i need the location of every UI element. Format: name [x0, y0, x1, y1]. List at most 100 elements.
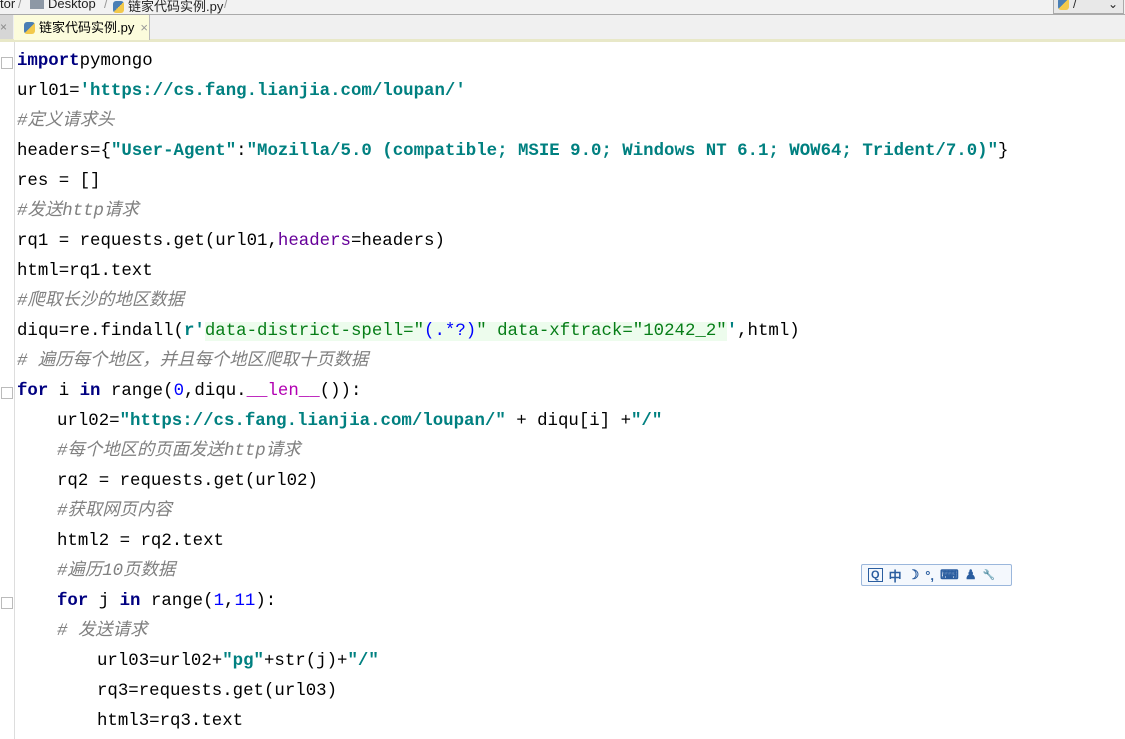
code-token: " data-xftrack="10242_2" [476, 322, 727, 341]
code-line[interactable]: for j in range(1,11): [57, 587, 276, 617]
code-line[interactable]: html=rq1.text [17, 257, 153, 287]
run-config-dropdown[interactable]: / ⌄ [1053, 0, 1124, 14]
code-token: html3=rq3.text [97, 712, 244, 731]
code-token: import [17, 52, 80, 71]
code-token: rq3=requests.get(url03) [97, 682, 338, 701]
code-token: + diqu[i] + [505, 412, 631, 431]
code-token: html=rq1.text [17, 262, 153, 281]
code-token: j [88, 592, 120, 611]
code-line[interactable]: rq1 = requests.get(url01,headers=headers… [17, 227, 445, 257]
code-line[interactable]: headers={"User-Agent":"Mozilla/5.0 (comp… [17, 137, 1008, 167]
ime-toolbar: Q 中 ☽ °, ⌨ ♟ 🔧 [861, 564, 1012, 586]
code-token: ,html) [737, 322, 800, 341]
code-line[interactable]: for i in range(0,diqu.__len__()): [17, 377, 361, 407]
code-token: 1 [213, 592, 224, 611]
code-token: headers={ [17, 142, 111, 161]
code-line[interactable]: importpymongo [17, 47, 153, 77]
python-file-icon [24, 22, 35, 34]
code-token: html2 = rq2.text [57, 532, 224, 551]
tab-file[interactable]: 链家代码实例.py × [14, 15, 150, 40]
ime-keyboard-icon[interactable]: ⌨ [940, 567, 959, 583]
code-token: "pg" [222, 652, 264, 671]
code-token: data-district-spell=" [204, 322, 425, 341]
code-token: rq1 = requests.get(url01, [17, 232, 278, 251]
code-token: # 遍历每个地区，并且每个地区爬取十页数据 [17, 352, 369, 371]
code-token: ): [255, 592, 277, 611]
fold-marker-icon[interactable] [1, 387, 13, 399]
code-token: # 发送请求 [57, 622, 148, 641]
code-line[interactable]: url01='https://cs.fang.lianjia.com/loupa… [17, 77, 466, 107]
code-line[interactable]: #获取网页内容 [57, 497, 172, 527]
code-token: #获取网页内容 [57, 502, 172, 521]
code-token: for [57, 592, 89, 611]
code-token: "User-Agent" [110, 142, 237, 161]
code-line[interactable]: url02="https://cs.fang.lianjia.com/loupa… [57, 407, 662, 437]
tab-label: 链家代码实例.py [39, 20, 135, 35]
fold-marker-icon[interactable] [1, 57, 13, 69]
code-token: "/" [631, 412, 663, 431]
ime-logo-icon[interactable]: Q [868, 568, 883, 582]
code-token: +str(j)+ [263, 652, 348, 671]
code-line[interactable]: res = [] [17, 167, 101, 197]
code-token: ' [726, 322, 738, 341]
code-token: url03=url02+ [97, 652, 223, 671]
code-line[interactable]: rq2 = requests.get(url02) [57, 467, 318, 497]
code-token: : [236, 142, 247, 161]
code-token: "Mozilla/5.0 (compatible; MSIE 9.0; Wind… [246, 142, 999, 161]
code-line[interactable]: #遍历10页数据 [57, 557, 175, 587]
ime-settings-wrench-icon[interactable]: 🔧 [982, 570, 994, 581]
previous-tab-close-icon[interactable]: × [0, 15, 13, 39]
code-line[interactable]: #发送http请求 [17, 197, 139, 227]
python-file-icon [113, 1, 124, 13]
ime-punctuation-icon[interactable]: °, [925, 568, 934, 583]
code-token: i [48, 382, 80, 401]
ime-halfwidth-moon-icon[interactable]: ☽ [908, 567, 920, 583]
code-line[interactable]: #每个地区的页面发送http请求 [57, 437, 300, 467]
code-token: (.*?) [424, 322, 477, 341]
code-token: #发送http请求 [17, 202, 139, 221]
code-token: #每个地区的页面发送http请求 [57, 442, 301, 461]
code-token: url01= [17, 82, 80, 101]
breadcrumb-item-desktop[interactable]: Desktop [30, 0, 96, 11]
code-token: range( [140, 592, 214, 611]
code-token: rq2 = requests.get(url02) [57, 472, 318, 491]
code-token: range( [100, 382, 174, 401]
code-line[interactable]: rq3=requests.get(url03) [97, 677, 337, 707]
code-token: ,diqu. [184, 382, 247, 401]
breadcrumb-separator: / [18, 0, 22, 11]
code-token: #遍历10页数据 [57, 562, 176, 581]
code-token: #定义请求头 [17, 112, 115, 131]
code-token: r' [183, 322, 205, 341]
close-tab-icon[interactable]: × [140, 20, 148, 35]
fold-marker-icon[interactable] [1, 597, 13, 609]
breadcrumb-separator: / [104, 0, 108, 11]
code-token: url02= [57, 412, 120, 431]
code-token: 11 [234, 592, 256, 611]
breadcrumb-item-file[interactable]: 链家代码实例.py [113, 0, 223, 14]
ime-chinese-mode-icon[interactable]: 中 [889, 566, 902, 585]
code-token: } [998, 142, 1009, 161]
code-token: headers [277, 232, 351, 251]
code-token: ()): [319, 382, 362, 401]
code-token: "https://cs.fang.lianjia.com/loupan/" [119, 412, 506, 431]
code-token: "/" [347, 652, 379, 671]
code-line[interactable]: # 遍历每个地区，并且每个地区爬取十页数据 [17, 347, 368, 377]
code-token: res = [] [17, 172, 101, 191]
code-token: 'https://cs.fang.lianjia.com/loupan/' [79, 82, 466, 101]
code-line[interactable]: html2 = rq2.text [57, 527, 224, 557]
code-line[interactable]: #爬取长沙的地区数据 [17, 287, 184, 317]
code-token: 0 [173, 382, 184, 401]
code-line[interactable]: url03=url02+"pg"+str(j)+"/" [97, 647, 379, 677]
breadcrumb: tor / Desktop / 链家代码实例.py / / ⌄ [0, 0, 1125, 15]
code-line[interactable]: #定义请求头 [17, 107, 114, 137]
chevron-down-icon: ⌄ [1107, 0, 1118, 11]
code-line[interactable]: # 发送请求 [57, 617, 147, 647]
python-icon [1058, 0, 1069, 10]
breadcrumb-item[interactable]: tor [0, 0, 15, 11]
code-line[interactable]: html3=rq3.text [97, 707, 243, 737]
ime-user-icon[interactable]: ♟ [965, 567, 977, 583]
code-line[interactable]: diqu=re.findall(r'data-district-spell="(… [17, 317, 800, 347]
code-editor[interactable]: importpymongo url01='https://cs.fang.lian… [0, 42, 1125, 739]
editor-tab-bar: × 链家代码实例.py × [0, 15, 1125, 42]
code-token: diqu=re.findall( [17, 322, 184, 341]
